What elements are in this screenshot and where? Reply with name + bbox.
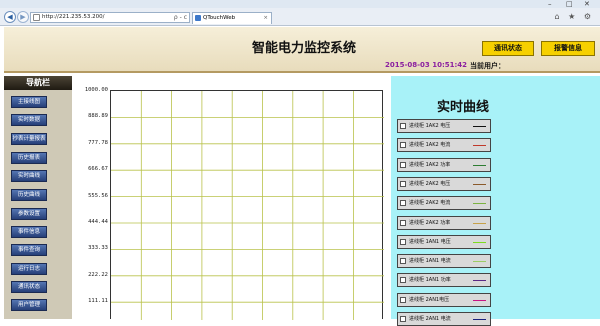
- y-tick-label: 111.11: [88, 298, 108, 305]
- sidebar-item-param-settings[interactable]: 参数设置: [11, 208, 47, 220]
- sidebar-item-realtime-curve[interactable]: 实时曲线: [11, 170, 47, 182]
- curve-toggle-item[interactable]: 进线柜 2AN1 电流: [397, 312, 491, 326]
- curve-label: 进线柜 1AN1 电压: [409, 238, 451, 245]
- browser-tab[interactable]: QTouchWeb ×: [192, 12, 272, 24]
- curve-label: 进线柜 1AK2 电流: [409, 142, 451, 149]
- page-icon: [33, 14, 40, 21]
- realtime-title: 实时曲线: [437, 100, 490, 115]
- alarm-info-button[interactable]: 报警信息: [541, 41, 595, 56]
- sidebar-heading: 导航栏: [4, 76, 72, 90]
- forward-button[interactable]: ▶: [17, 11, 29, 23]
- curve-color-swatch: [473, 241, 486, 243]
- y-tick-label: 777.78: [88, 139, 108, 146]
- address-tools-icon[interactable]: ρ - c: [174, 13, 187, 22]
- curve-checkbox[interactable]: [400, 123, 406, 129]
- curve-checkbox[interactable]: [400, 219, 406, 226]
- y-tick-label: 555.56: [88, 192, 108, 199]
- curve-checkbox[interactable]: [400, 277, 406, 284]
- sidebar-item-user-mgmt[interactable]: 用户管理: [11, 299, 47, 311]
- curve-label: 进线柜 2AK2 电压: [409, 180, 451, 187]
- datetime-display: 2015-08-03 10:51:42: [385, 61, 468, 69]
- maximize-button[interactable]: □: [566, 0, 573, 8]
- sidebar-item-history-curve[interactable]: 历史曲线: [11, 189, 47, 201]
- sidebar-item-run-log[interactable]: 运行日志: [11, 263, 47, 275]
- curve-checkbox[interactable]: [400, 200, 406, 207]
- curve-label: 进线柜 1AK2 电压: [409, 123, 451, 129]
- curve-color-swatch: [473, 145, 486, 147]
- curve-toggle-item[interactable]: 进线柜 1AN1 功率: [397, 273, 491, 288]
- close-button[interactable]: ✕: [584, 0, 590, 8]
- address-bar[interactable]: http://221.235.53.200/ ρ - c: [30, 12, 190, 23]
- curve-label: 进线柜 1AK2 功率: [409, 161, 451, 168]
- home-star-settings-icon[interactable]: ⌂ ★ ⚙: [554, 12, 594, 21]
- minimize-button[interactable]: –: [548, 0, 552, 8]
- curve-label: 进线柜 2AN1 电流: [409, 316, 451, 322]
- curve-color-swatch: [473, 183, 486, 185]
- sidebar-item-meter-report[interactable]: 抄表计量报表: [11, 133, 47, 145]
- sidebar-item-realtime-data[interactable]: 实时数据: [11, 114, 47, 126]
- curve-color-swatch: [473, 261, 486, 263]
- curve-color-swatch: [473, 280, 486, 282]
- sidebar-item-event-info[interactable]: 事件信息: [11, 226, 47, 238]
- curve-toggle-item[interactable]: 进线柜 2AK2 电压: [397, 176, 491, 191]
- curve-color-swatch: [473, 203, 486, 205]
- app-header: 智能电力监控系统 通讯状态 报警信息 2015-08-03 10:51:42 当…: [4, 27, 600, 73]
- sidebar-item-main-wiring[interactable]: 主接线图: [11, 96, 47, 108]
- curve-checkbox[interactable]: [400, 161, 406, 168]
- tab-title: QTouchWeb: [203, 15, 236, 21]
- sidebar-item-history-report[interactable]: 历史报表: [11, 152, 47, 164]
- curve-checkbox[interactable]: [400, 258, 406, 265]
- curve-color-swatch: [473, 299, 486, 301]
- curve-label: 进线柜 1AN1 电流: [409, 258, 451, 265]
- curve-toggle-item[interactable]: 进线柜 1AK2 电流: [397, 138, 491, 153]
- chart-grid: [111, 91, 384, 320]
- curve-checkbox[interactable]: [400, 296, 406, 303]
- tab-close-icon[interactable]: ×: [263, 13, 268, 24]
- browser-toolbar: ◀ ▶ http://221.235.53.200/ ρ - c QTouchW…: [0, 8, 600, 26]
- tab-favicon-icon: [195, 15, 201, 21]
- curve-checkbox[interactable]: [400, 180, 406, 187]
- y-tick-label: 666.67: [88, 166, 108, 173]
- curve-color-swatch: [473, 164, 486, 166]
- comm-status-button[interactable]: 通讯状态: [482, 41, 534, 56]
- curve-toggle-item[interactable]: 进线柜 1AN1 电压: [397, 234, 491, 249]
- curve-toggle-item[interactable]: 进线柜 2AN1电压: [397, 292, 491, 307]
- realtime-panel: 实时曲线 进线柜 1AK2 电压 进线柜 1AK2 电流 进线柜 1AK2 功率 进线…: [391, 76, 600, 326]
- curve-checkbox[interactable]: [400, 238, 406, 245]
- curve-toggle-item[interactable]: 进线柜 1AK2 电压: [397, 119, 491, 133]
- curve-color-swatch: [473, 126, 486, 127]
- curve-label: 进线柜 2AK2 功率: [409, 219, 451, 226]
- y-tick-label: 222.22: [88, 271, 108, 278]
- curve-toggle-item[interactable]: 进线柜 1AN1 电流: [397, 254, 491, 269]
- window-titlebar: – □ ✕: [0, 0, 600, 8]
- back-button[interactable]: ◀: [4, 11, 16, 23]
- curve-label: 进线柜 2AN1电压: [409, 296, 450, 303]
- address-url: http://221.235.53.200/: [42, 14, 105, 20]
- y-tick-label: 444.44: [88, 219, 108, 225]
- y-tick-label: 333.33: [88, 245, 108, 252]
- chart-area: 1000.00 888.89 777.78 666.67 555.56 444.44 333…: [72, 76, 391, 320]
- y-tick-label: 1000.00: [84, 87, 108, 93]
- curve-checkbox[interactable]: [400, 142, 406, 149]
- curve-label: 进线柜 1AN1 功率: [409, 277, 451, 284]
- curve-toggle-item[interactable]: 进线柜 1AK2 功率: [397, 157, 491, 172]
- curve-label: 进线柜 2AK2 电流: [409, 200, 451, 207]
- y-tick-label: 888.89: [88, 113, 108, 120]
- curve-checkbox[interactable]: [400, 316, 406, 322]
- curve-toggle-item[interactable]: 进线柜 2AK2 电流: [397, 196, 491, 211]
- sidebar: 导航栏 主接线图 实时数据 抄表计量报表 历史报表 实时曲线 历史曲线 参数设置…: [4, 76, 72, 319]
- curve-color-swatch: [473, 222, 486, 224]
- page-title: 智能电力监控系统: [252, 41, 357, 56]
- sidebar-item-event-query[interactable]: 事件查询: [11, 244, 47, 256]
- sidebar-item-comm-status[interactable]: 通讯状态: [11, 281, 47, 293]
- chart-plot: [110, 90, 384, 320]
- current-user-label: 当前用户：: [470, 62, 505, 70]
- curve-toggle-item[interactable]: 进线柜 2AK2 功率: [397, 215, 491, 230]
- curve-color-swatch: [473, 319, 486, 320]
